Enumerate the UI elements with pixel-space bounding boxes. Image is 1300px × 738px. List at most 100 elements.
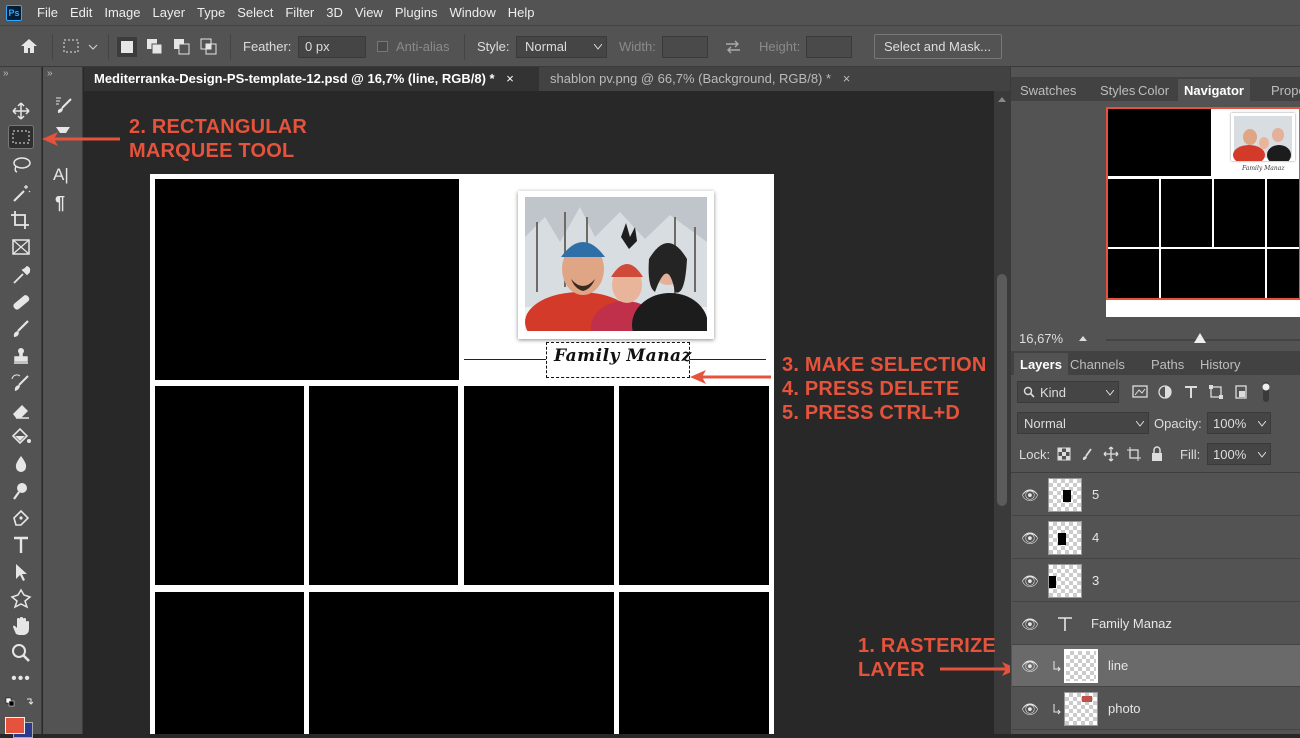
blur-tool-icon[interactable]: [8, 452, 34, 476]
hand-tool-icon[interactable]: [8, 614, 34, 638]
layer-row-line[interactable]: 👁 line: [1012, 645, 1300, 687]
navigator-zoom-value[interactable]: 16,67%: [1019, 331, 1063, 346]
height-input[interactable]: [806, 36, 852, 58]
width-input[interactable]: [662, 36, 708, 58]
tab-close-icon[interactable]: ×: [506, 71, 514, 86]
eraser-tool-icon[interactable]: [8, 398, 34, 422]
tab-properties[interactable]: Propert: [1265, 79, 1300, 102]
visibility-eye-icon[interactable]: 👁: [1021, 573, 1039, 589]
tab-paths[interactable]: Paths: [1145, 353, 1190, 376]
menu-type[interactable]: Type: [191, 5, 231, 20]
filter-toggle-icon[interactable]: [1261, 381, 1271, 403]
filter-pixel-icon[interactable]: [1132, 384, 1148, 400]
foreground-color-swatch[interactable]: [5, 717, 25, 734]
menu-select[interactable]: Select: [231, 5, 279, 20]
blend-mode-select[interactable]: Normal: [1017, 412, 1149, 434]
zoom-slider-thumb[interactable]: [1194, 333, 1206, 345]
tab-history[interactable]: History: [1194, 353, 1246, 376]
clone-stamp-tool-icon[interactable]: [8, 344, 34, 368]
feather-input[interactable]: 0 px: [298, 36, 366, 58]
visibility-eye-icon[interactable]: 👁: [1021, 658, 1039, 674]
layer-filter-kind-select[interactable]: Kind: [1017, 381, 1119, 403]
move-tool-icon[interactable]: [8, 99, 34, 123]
filter-shape-icon[interactable]: [1208, 384, 1224, 400]
visibility-eye-icon[interactable]: 👁: [1021, 487, 1039, 503]
brush-tool-icon[interactable]: [8, 317, 34, 341]
document-canvas[interactable]: Family Manaz: [150, 174, 774, 734]
menu-image[interactable]: Image: [98, 5, 146, 20]
filter-smart-object-icon[interactable]: [1233, 384, 1249, 400]
scroll-up-icon[interactable]: [998, 97, 1006, 103]
eyedropper-tool-icon[interactable]: [8, 263, 34, 287]
menu-file[interactable]: File: [31, 5, 64, 20]
type-tool-icon[interactable]: [8, 533, 34, 557]
character-panel-icon[interactable]: A|: [53, 165, 69, 185]
menu-help[interactable]: Help: [502, 5, 541, 20]
paint-bucket-tool-icon[interactable]: [8, 425, 34, 449]
subtract-selection-icon[interactable]: [172, 37, 192, 57]
tab-color[interactable]: Color: [1132, 79, 1175, 102]
layer-row-4[interactable]: 👁 4: [1012, 517, 1300, 559]
tab-channels[interactable]: Channels: [1064, 353, 1131, 376]
tab-layers[interactable]: Layers: [1014, 353, 1068, 376]
frame-tool-icon[interactable]: [8, 235, 34, 259]
menu-edit[interactable]: Edit: [64, 5, 98, 20]
tab-close-icon[interactable]: ×: [843, 71, 851, 86]
opacity-input[interactable]: 100%: [1207, 412, 1271, 434]
canvas-vertical-scrollbar[interactable]: [994, 91, 1010, 734]
add-selection-icon[interactable]: [145, 37, 165, 57]
dodge-tool-icon[interactable]: [8, 479, 34, 503]
menu-window[interactable]: Window: [443, 5, 501, 20]
crop-tool-icon[interactable]: [8, 208, 34, 232]
style-select[interactable]: Normal: [516, 36, 607, 58]
expand-chevrons-icon[interactable]: »: [47, 68, 53, 79]
more-tools-icon[interactable]: •••: [8, 667, 34, 691]
layer-row-photo[interactable]: 👁 photo: [1012, 688, 1300, 730]
lock-transparent-pixels-icon[interactable]: [1057, 447, 1071, 461]
history-brush-tool-icon[interactable]: [8, 371, 34, 395]
tab-swatches[interactable]: Swatches: [1014, 79, 1082, 102]
layer-row-family-manaz[interactable]: 👁 Family Manaz: [1012, 603, 1300, 645]
antialias-checkbox[interactable]: [377, 41, 388, 52]
filter-adjustment-icon[interactable]: [1157, 384, 1173, 400]
navigator-view-box[interactable]: [1106, 107, 1300, 300]
visibility-eye-icon[interactable]: 👁: [1021, 616, 1039, 632]
fill-input[interactable]: 100%: [1207, 443, 1271, 465]
lock-all-icon[interactable]: [1150, 446, 1164, 462]
menu-view[interactable]: View: [349, 5, 389, 20]
paragraph-panel-icon[interactable]: ¶: [55, 193, 65, 214]
navigator-preview[interactable]: Family Manaz: [1106, 107, 1300, 317]
menu-layer[interactable]: Layer: [147, 5, 192, 20]
layer-row-3[interactable]: 👁 3: [1012, 560, 1300, 602]
marquee-preset-icon[interactable]: [62, 38, 98, 56]
zoom-out-mountain-icon[interactable]: [1079, 333, 1091, 343]
menu-3d[interactable]: 3D: [320, 5, 349, 20]
rectangular-marquee-tool-icon[interactable]: [8, 125, 34, 149]
layer-row-5[interactable]: 👁 5: [1012, 474, 1300, 516]
custom-shape-tool-icon[interactable]: [8, 587, 34, 611]
collapse-chevrons-icon[interactable]: »: [3, 68, 9, 79]
zoom-tool-icon[interactable]: [8, 641, 34, 665]
brush-settings-icon[interactable]: [52, 95, 74, 115]
select-and-mask-button[interactable]: Select and Mask...: [874, 34, 1002, 59]
menu-plugins[interactable]: Plugins: [389, 5, 444, 20]
magic-wand-tool-icon[interactable]: [8, 181, 34, 205]
default-swap-colors-icon[interactable]: [5, 697, 37, 711]
pen-tool-icon[interactable]: [8, 506, 34, 530]
intersect-selection-icon[interactable]: [199, 37, 219, 57]
scrollbar-thumb[interactable]: [997, 274, 1007, 506]
swap-arrows-icon[interactable]: [724, 39, 742, 55]
new-selection-icon[interactable]: [117, 37, 137, 57]
menu-filter[interactable]: Filter: [279, 5, 320, 20]
tab-shablon[interactable]: shablon pv.png @ 66,7% (Background, RGB/…: [540, 67, 870, 91]
lock-artboard-icon[interactable]: [1127, 447, 1141, 461]
home-icon[interactable]: [19, 37, 39, 55]
visibility-eye-icon[interactable]: 👁: [1021, 701, 1039, 717]
visibility-eye-icon[interactable]: 👁: [1021, 530, 1039, 546]
tab-mediterranka-template[interactable]: Mediterranka-Design-PS-template-12.psd @…: [84, 67, 539, 91]
tab-navigator[interactable]: Navigator: [1178, 79, 1250, 102]
healing-brush-tool-icon[interactable]: [8, 290, 34, 314]
lock-position-icon[interactable]: [1103, 446, 1119, 462]
path-selection-tool-icon[interactable]: [8, 560, 34, 584]
lock-image-pixels-icon[interactable]: [1081, 447, 1095, 461]
